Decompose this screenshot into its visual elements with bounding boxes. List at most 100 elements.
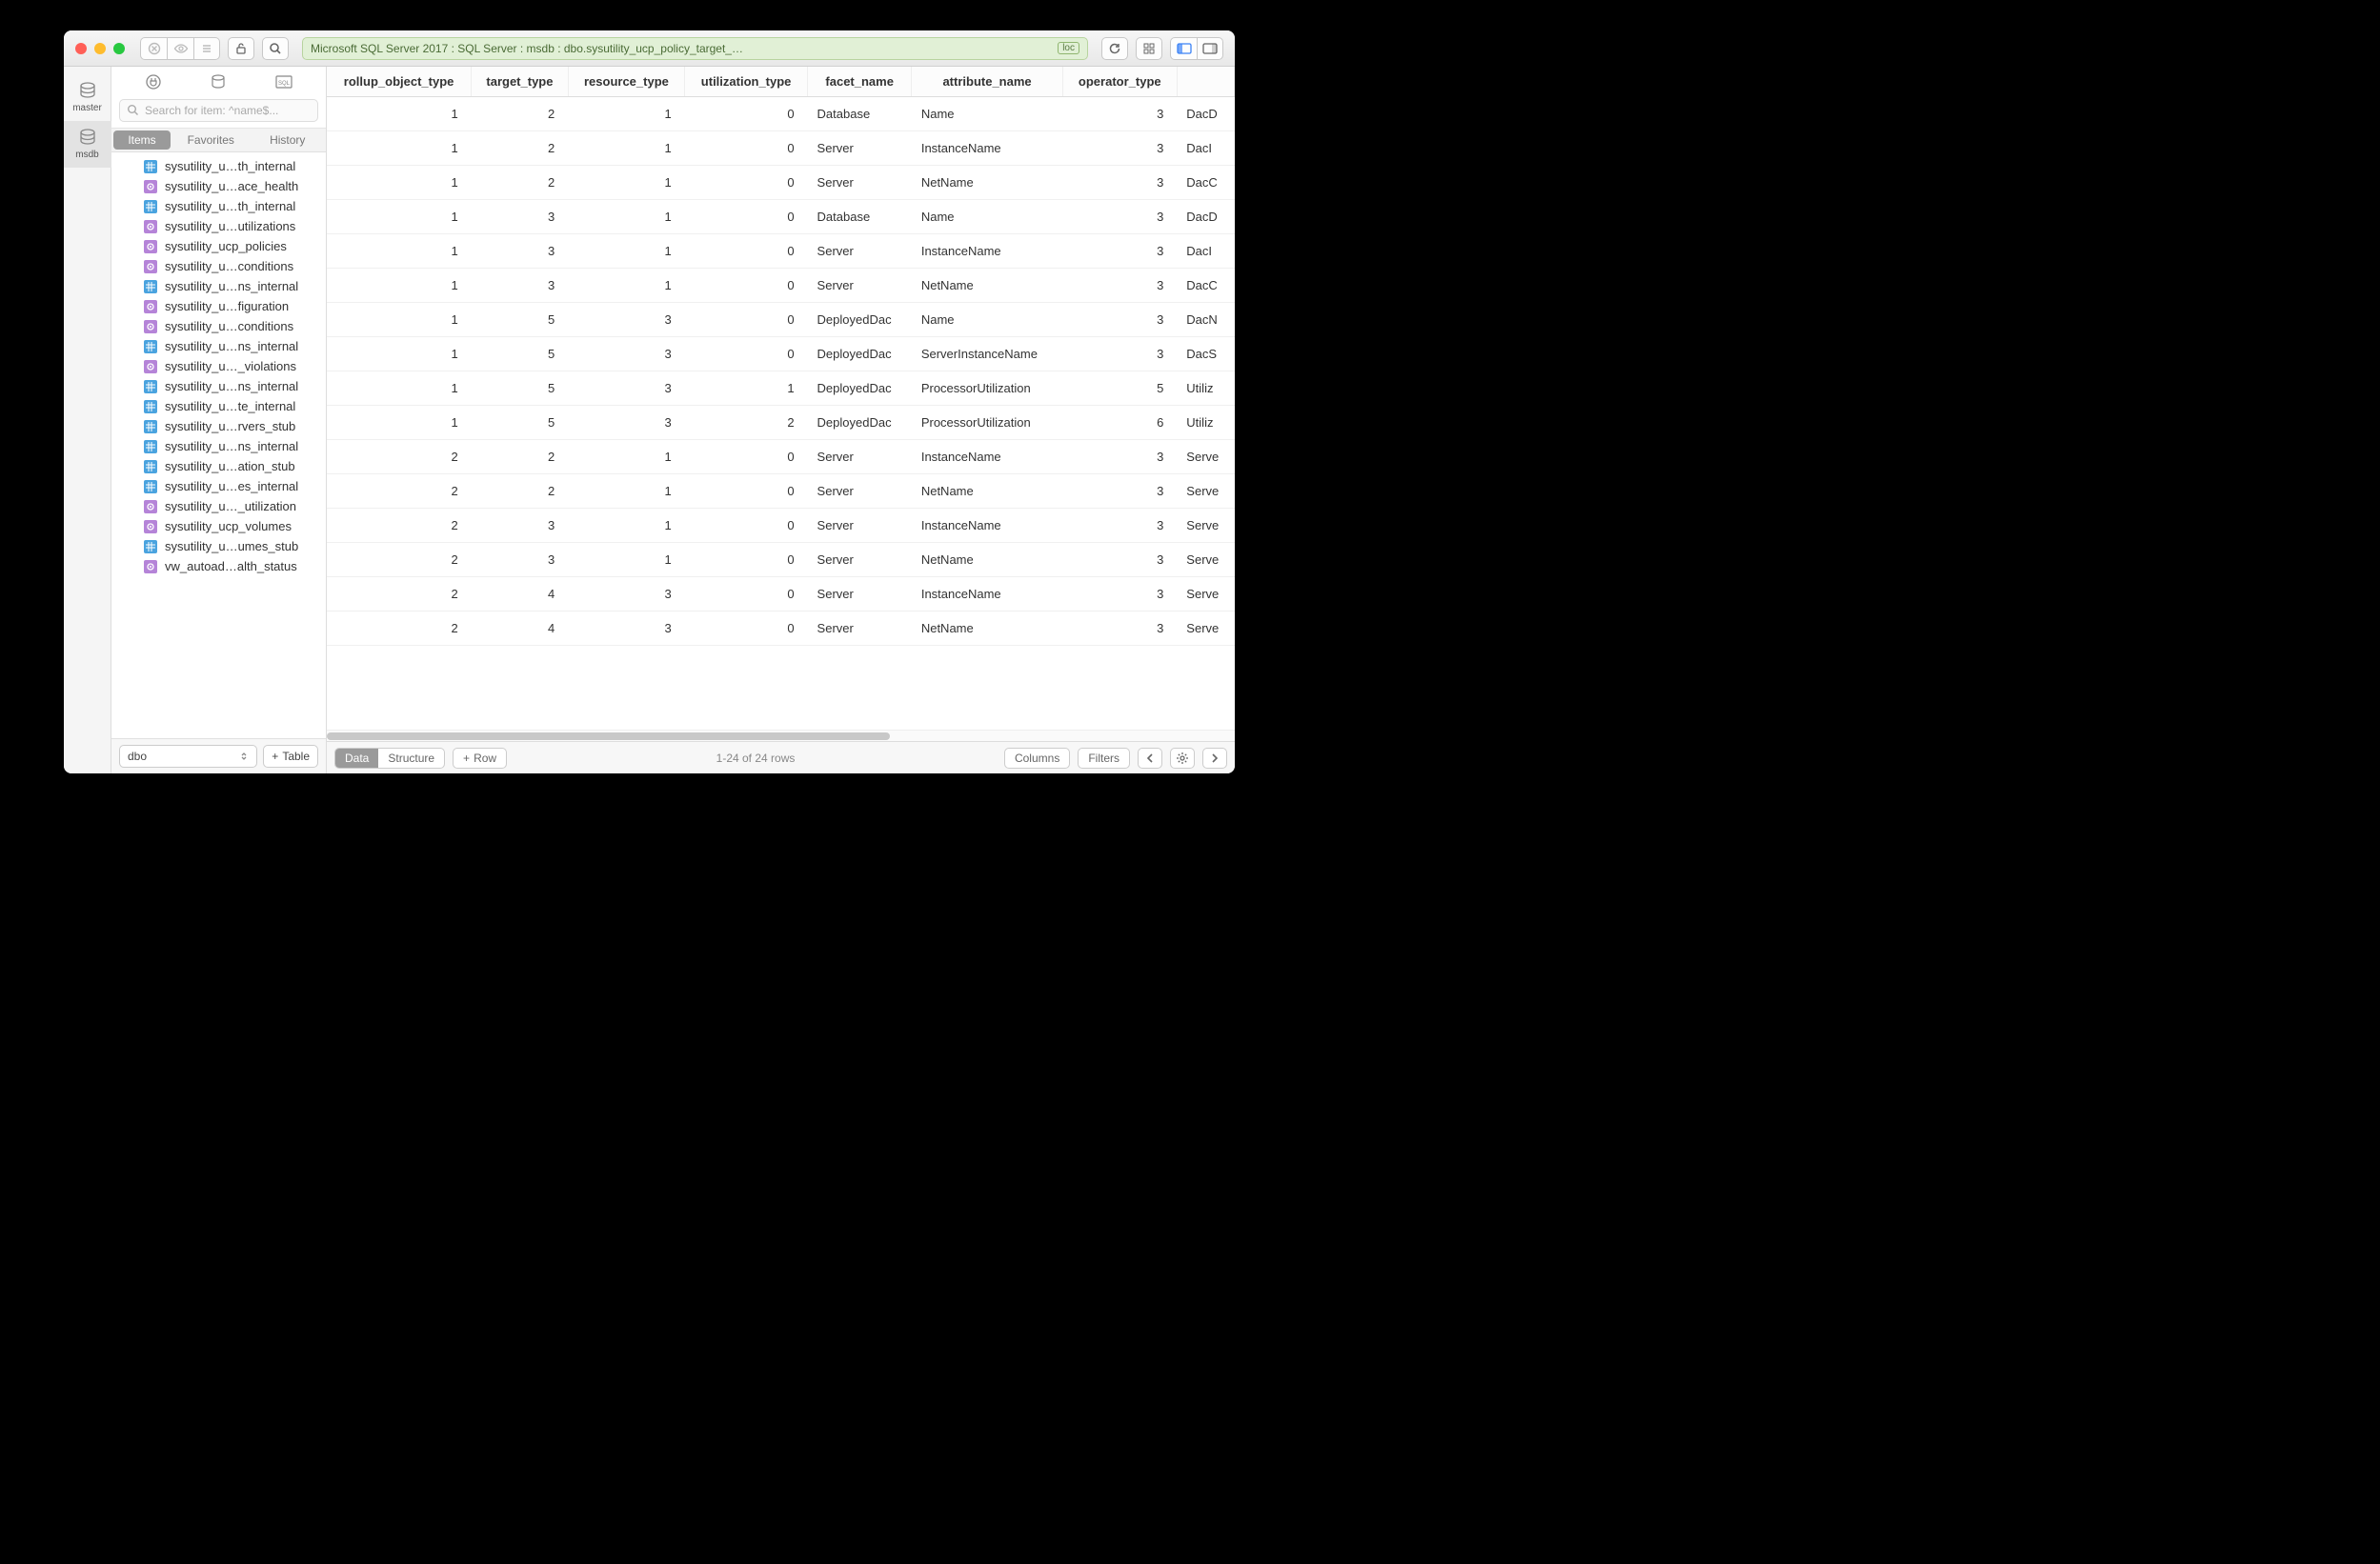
- column-header[interactable]: utilization_type: [685, 67, 808, 97]
- cell[interactable]: 3: [1062, 509, 1177, 543]
- cell[interactable]: 3: [1062, 97, 1177, 131]
- cell[interactable]: 3: [568, 577, 684, 612]
- cell[interactable]: 0: [685, 303, 808, 337]
- column-header[interactable]: operator_type: [1062, 67, 1177, 97]
- cell[interactable]: 1: [568, 509, 684, 543]
- table-row[interactable]: 2210ServerInstanceName3Serve: [327, 440, 1235, 474]
- cell[interactable]: 2: [685, 406, 808, 440]
- cell[interactable]: 3: [568, 337, 684, 371]
- add-table-button[interactable]: + Table: [263, 745, 318, 768]
- cell[interactable]: DeployedDac: [808, 371, 912, 406]
- cell[interactable]: 1: [327, 200, 472, 234]
- cell[interactable]: 3: [1062, 474, 1177, 509]
- cell[interactable]: Server: [808, 269, 912, 303]
- table-row[interactable]: 2310ServerNetName3Serve: [327, 543, 1235, 577]
- sql-mode-icon[interactable]: SQL: [272, 72, 295, 91]
- cell[interactable]: 0: [685, 97, 808, 131]
- left-panel-toggle[interactable]: [1170, 37, 1197, 60]
- plug-icon[interactable]: [142, 72, 165, 91]
- tab-items[interactable]: Items: [113, 130, 171, 150]
- cell[interactable]: 5: [472, 337, 569, 371]
- cell[interactable]: Server: [808, 509, 912, 543]
- cell[interactable]: 3: [472, 234, 569, 269]
- cell[interactable]: 3: [1062, 543, 1177, 577]
- add-row-button[interactable]: +Row: [453, 748, 507, 769]
- column-header[interactable]: [1177, 67, 1234, 97]
- cell[interactable]: Server: [808, 131, 912, 166]
- cell[interactable]: InstanceName: [912, 440, 1062, 474]
- cell[interactable]: 1: [568, 97, 684, 131]
- cell[interactable]: 4: [472, 612, 569, 646]
- cell[interactable]: 2: [327, 577, 472, 612]
- cell[interactable]: DacD: [1177, 200, 1234, 234]
- tree-item[interactable]: sysutility_u…th_internal: [111, 156, 326, 176]
- cell[interactable]: Database: [808, 97, 912, 131]
- cell[interactable]: 0: [685, 166, 808, 200]
- cell[interactable]: 1: [327, 337, 472, 371]
- cell[interactable]: InstanceName: [912, 234, 1062, 269]
- cell[interactable]: DacI: [1177, 234, 1234, 269]
- cell[interactable]: 5: [1062, 371, 1177, 406]
- cell[interactable]: NetName: [912, 474, 1062, 509]
- cell[interactable]: 2: [472, 440, 569, 474]
- cancel-button[interactable]: [140, 37, 167, 60]
- tree-item[interactable]: sysutility_u…ns_internal: [111, 276, 326, 296]
- cell[interactable]: 1: [327, 371, 472, 406]
- cell[interactable]: 3: [1062, 200, 1177, 234]
- tree-item[interactable]: sysutility_u…_utilization: [111, 496, 326, 516]
- cell[interactable]: 1: [327, 131, 472, 166]
- cell[interactable]: Serve: [1177, 509, 1234, 543]
- cell[interactable]: Server: [808, 543, 912, 577]
- cell[interactable]: 0: [685, 200, 808, 234]
- object-tree[interactable]: sysutility_u…th_internalsysutility_u…ace…: [111, 152, 326, 738]
- cell[interactable]: DeployedDac: [808, 337, 912, 371]
- table-row[interactable]: 1531DeployedDacProcessorUtilization5Util…: [327, 371, 1235, 406]
- table-row[interactable]: 1210DatabaseName3DacD: [327, 97, 1235, 131]
- cell[interactable]: ServerInstanceName: [912, 337, 1062, 371]
- cell[interactable]: DeployedDac: [808, 406, 912, 440]
- tab-favorites[interactable]: Favorites: [172, 129, 250, 151]
- cell[interactable]: 1: [327, 97, 472, 131]
- cell[interactable]: 3: [472, 200, 569, 234]
- cell[interactable]: Server: [808, 440, 912, 474]
- tree-item[interactable]: sysutility_u…conditions: [111, 316, 326, 336]
- cell[interactable]: NetName: [912, 543, 1062, 577]
- cell[interactable]: InstanceName: [912, 509, 1062, 543]
- cell[interactable]: 1: [568, 234, 684, 269]
- tree-item[interactable]: sysutility_u…es_internal: [111, 476, 326, 496]
- cell[interactable]: Server: [808, 577, 912, 612]
- cell[interactable]: DacC: [1177, 166, 1234, 200]
- column-header[interactable]: rollup_object_type: [327, 67, 472, 97]
- cell[interactable]: 0: [685, 543, 808, 577]
- cell[interactable]: 0: [685, 612, 808, 646]
- cell[interactable]: 3: [568, 612, 684, 646]
- cell[interactable]: 2: [472, 474, 569, 509]
- window-close-button[interactable]: [75, 43, 87, 54]
- tree-item[interactable]: sysutility_u…ns_internal: [111, 336, 326, 356]
- tree-item[interactable]: sysutility_u…ns_internal: [111, 436, 326, 456]
- structure-tab[interactable]: Structure: [378, 749, 444, 768]
- next-page-button[interactable]: [1202, 748, 1227, 769]
- table-row[interactable]: 2430ServerNetName3Serve: [327, 612, 1235, 646]
- table-row[interactable]: 1310ServerInstanceName3DacI: [327, 234, 1235, 269]
- preview-button[interactable]: [167, 37, 193, 60]
- table-row[interactable]: 2310ServerInstanceName3Serve: [327, 509, 1235, 543]
- table-row[interactable]: 2430ServerInstanceName3Serve: [327, 577, 1235, 612]
- cell[interactable]: 1: [568, 269, 684, 303]
- cell[interactable]: 2: [472, 97, 569, 131]
- tree-item[interactable]: sysutility_u…_violations: [111, 356, 326, 376]
- cell[interactable]: Serve: [1177, 612, 1234, 646]
- cell[interactable]: 0: [685, 577, 808, 612]
- cell[interactable]: 1: [568, 543, 684, 577]
- tab-history[interactable]: History: [250, 129, 327, 151]
- cell[interactable]: ProcessorUtilization: [912, 406, 1062, 440]
- data-tab[interactable]: Data: [335, 749, 378, 768]
- tree-item[interactable]: sysutility_u…th_internal: [111, 196, 326, 216]
- tree-item[interactable]: vw_autoad…alth_status: [111, 556, 326, 576]
- cell[interactable]: DacI: [1177, 131, 1234, 166]
- tree-item[interactable]: sysutility_u…rvers_stub: [111, 416, 326, 436]
- column-header[interactable]: target_type: [472, 67, 569, 97]
- cell[interactable]: DacS: [1177, 337, 1234, 371]
- tree-item[interactable]: sysutility_u…ation_stub: [111, 456, 326, 476]
- cell[interactable]: Server: [808, 166, 912, 200]
